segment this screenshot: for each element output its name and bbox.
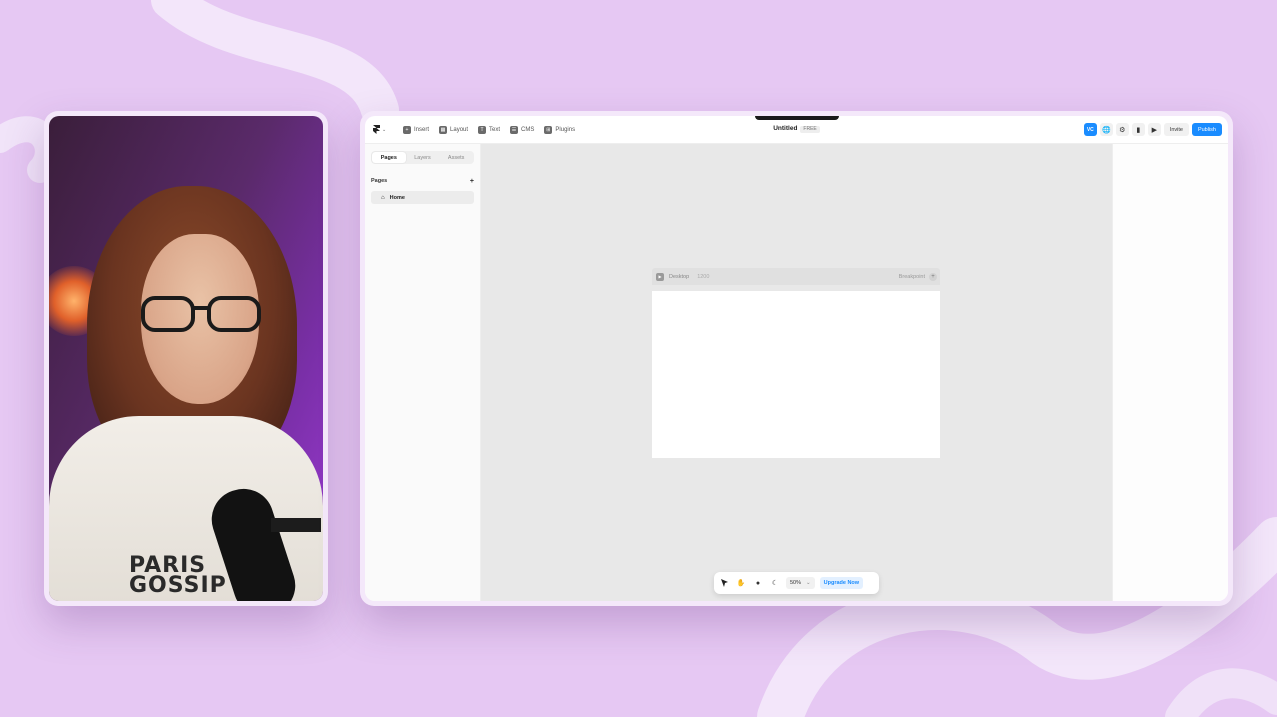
project-title-text[interactable]: Untitled <box>773 125 797 132</box>
right-panel <box>1112 144 1228 601</box>
panel-tabs: Pages Layers Assets <box>371 151 474 164</box>
plan-badge: FREE <box>800 126 820 133</box>
publish-button[interactable]: Publish <box>1191 123 1222 136</box>
microphone <box>211 488 321 601</box>
pages-section-title: Pages <box>371 178 388 184</box>
webcam-video: PARIS GOSSIP <box>49 116 323 601</box>
home-icon: ⌂ <box>381 194 385 201</box>
breakpoint-label[interactable]: Breakpoint <box>899 274 925 280</box>
glasses <box>141 296 261 332</box>
frame-play-icon[interactable]: ▶ <box>656 272 664 281</box>
cursor-icon[interactable] <box>718 577 730 589</box>
frame-label[interactable]: Desktop <box>669 274 689 280</box>
canvas[interactable]: ▶ Desktop 1200 Breakpoint + ✋ ● ☾ 50% ⌄ … <box>481 144 1112 601</box>
zoom-select[interactable]: 50% ⌄ <box>786 577 815 589</box>
analytics-icon[interactable]: ▮ <box>1131 123 1145 136</box>
add-breakpoint-button[interactable]: + <box>929 272 937 281</box>
webcam-card: PARIS GOSSIP <box>44 111 328 606</box>
upgrade-now-button[interactable]: Upgrade Now <box>819 577 864 589</box>
frame-width-label: 1200 <box>697 273 710 280</box>
tab-layers[interactable]: Layers <box>406 152 440 163</box>
invite-button[interactable]: Invite <box>1163 123 1189 136</box>
user-avatar[interactable]: VC <box>1083 123 1097 136</box>
preview-play-icon[interactable]: ▶ <box>1147 123 1161 136</box>
add-page-button[interactable]: + <box>470 178 474 185</box>
framer-editor: ⌄ + Insert ▦ Layout T Text ☰ CMS ⊞ Plugi… <box>365 116 1228 601</box>
app-window-frame: ⌄ + Insert ▦ Layout T Text ☰ CMS ⊞ Plugi… <box>360 111 1233 606</box>
globe-icon[interactable]: 🌐 <box>1099 123 1113 136</box>
page-item-label: Home <box>389 194 405 201</box>
zoom-value: 50% <box>790 580 802 586</box>
tab-assets[interactable]: Assets <box>439 152 473 163</box>
top-toolbar: ⌄ + Insert ▦ Layout T Text ☰ CMS ⊞ Plugi… <box>365 116 1228 144</box>
comment-icon[interactable]: ● <box>752 577 764 589</box>
bottom-toolbar: ✋ ● ☾ 50% ⌄ Upgrade Now <box>714 572 879 594</box>
dark-mode-icon[interactable]: ☾ <box>769 577 781 589</box>
left-panel: Pages Layers Assets Pages + ⌂ Home <box>365 144 481 601</box>
chevron-down-icon: ⌄ <box>806 580 811 586</box>
tab-pages[interactable]: Pages <box>372 152 406 163</box>
desktop-frame[interactable] <box>652 291 940 458</box>
top-right-tools: VC 🌐 ⚙ ▮ ▶ Invite Publish <box>1083 123 1222 136</box>
frame-header: ▶ Desktop 1200 Breakpoint + <box>652 268 940 285</box>
pages-section-header: Pages + <box>371 178 474 185</box>
gear-icon[interactable]: ⚙ <box>1115 123 1129 136</box>
page-item-home[interactable]: ⌂ Home <box>371 191 474 204</box>
hand-icon[interactable]: ✋ <box>735 577 747 589</box>
